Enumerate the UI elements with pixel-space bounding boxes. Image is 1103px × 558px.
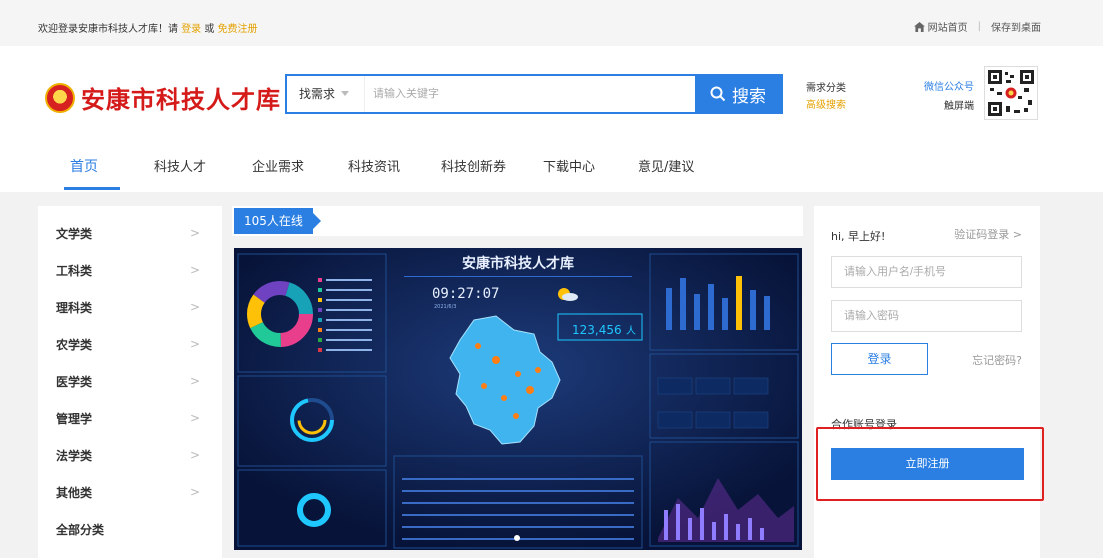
chevron-down-icon — [341, 91, 350, 96]
category-label: 医学类 — [56, 375, 93, 389]
highlight-box — [816, 427, 1044, 501]
nav-news[interactable]: 科技资讯 — [348, 156, 400, 175]
category-label: 文学类 — [56, 227, 93, 241]
chevron-right-icon: > — [189, 226, 200, 240]
category-item[interactable]: 法学类 > — [38, 435, 222, 472]
search-button-label: 搜索 — [732, 86, 766, 107]
dashboard-count-unit: 人 — [626, 325, 636, 337]
qr-code — [984, 66, 1038, 120]
home-icon — [913, 21, 925, 32]
username-input[interactable] — [831, 256, 1022, 288]
logo-text: 安康市科技人才库 — [81, 86, 281, 114]
category-item[interactable]: 农学类 > — [38, 324, 222, 361]
greeting: hi, 早上好! — [831, 230, 886, 243]
welcome-text: 欢迎登录安康市科技人才库！请 — [38, 24, 178, 35]
chevron-right-icon: > — [189, 448, 200, 462]
chevron-right-icon: > — [189, 300, 200, 314]
online-count-badge: 105人在线 — [234, 208, 321, 234]
search-category-select[interactable]: 找需求 — [287, 76, 365, 112]
qr-code-icon — [988, 70, 1034, 116]
dashboard-title: 安康市科技人才库 — [462, 255, 574, 272]
nav-feedback[interactable]: 意见/建议 — [638, 156, 694, 175]
category-label: 法学类 — [56, 449, 93, 463]
nav-active-indicator — [64, 187, 120, 190]
dashboard-date: 2021/6/3 — [434, 304, 456, 310]
nav-download[interactable]: 下载中心 — [543, 156, 595, 175]
demand-category-link[interactable]: 需求分类 — [806, 80, 846, 97]
search-links: 需求分类 高级搜索 — [806, 80, 846, 114]
category-label: 工科类 — [56, 264, 93, 278]
touch-screen-label: 触屏端 — [944, 101, 974, 112]
divider: | — [977, 21, 981, 32]
category-label: 管理学 — [56, 412, 93, 426]
top-right-links: 网站首页 | 保存到桌面 — [913, 19, 1041, 34]
category-label: 农学类 — [56, 338, 93, 352]
category-sidebar: 文学类 > 工科类 > 理科类 > 农学类 > 医学类 > 管理学 > 法学类 > 其他类 > … — [38, 206, 222, 558]
search-bar: 找需求 搜索 — [285, 74, 783, 114]
advanced-search-link[interactable]: 高级搜索 — [806, 97, 846, 114]
chevron-right-icon: > — [189, 374, 200, 388]
nav-home[interactable]: 首页 — [70, 156, 98, 176]
search-icon — [710, 86, 726, 102]
wechat-link[interactable]: 微信公众号 — [922, 78, 974, 97]
nav-demand[interactable]: 企业需求 — [252, 156, 304, 175]
code-login-link[interactable]: 验证码登录 > — [954, 226, 1022, 242]
top-bar: 欢迎登录安康市科技人才库！请 登录 或 免费注册 网站首页 | 保存到桌面 — [0, 0, 1103, 46]
nav-talent[interactable]: 科技人才 — [154, 156, 206, 175]
search-category-label: 找需求 — [299, 87, 336, 101]
category-item[interactable]: 工科类 > — [38, 250, 222, 287]
chevron-right-icon: > — [189, 263, 200, 277]
category-item[interactable]: 管理学 > — [38, 398, 222, 435]
category-item[interactable]: 理科类 > — [38, 287, 222, 324]
category-label: 其他类 — [56, 486, 93, 500]
chevron-right-icon: > — [189, 485, 200, 499]
welcome-bar: 欢迎登录安康市科技人才库！请 登录 或 免费注册 — [38, 20, 258, 35]
nav-voucher[interactable]: 科技创新券 — [441, 156, 506, 175]
dashboard-time: 09:27:07 — [432, 286, 499, 302]
dashboard-count: 123,456 — [572, 323, 622, 337]
online-bar: 105人在线 — [232, 206, 803, 236]
wechat-info: 微信公众号 触屏端 — [922, 78, 974, 116]
category-item[interactable]: 其他类 > — [38, 472, 222, 509]
category-item[interactable]: 医学类 > — [38, 361, 222, 398]
top-login-link[interactable]: 登录 — [181, 24, 201, 35]
category-item-all[interactable]: 全部分类 — [38, 509, 222, 546]
site-logo[interactable]: 安康市科技人才库 — [45, 80, 281, 115]
center-panel: 105人在线 安康市科技人才库 09:27:07 2021/6/3 123,45… — [232, 206, 803, 558]
chevron-right-icon: > — [189, 337, 200, 351]
main-nav: 首页 科技人才 企业需求 科技资讯 科技创新券 下载中心 意见/建议 — [0, 156, 1103, 192]
password-input[interactable] — [831, 300, 1022, 332]
emblem-icon — [45, 82, 75, 113]
dashboard-image: 安康市科技人才库 09:27:07 2021/6/3 123,456 人 — [234, 248, 802, 550]
save-to-desktop-link[interactable]: 保存到桌面 — [991, 19, 1041, 34]
search-button[interactable]: 搜索 — [695, 76, 781, 112]
category-label: 全部分类 — [56, 523, 105, 537]
category-label: 理科类 — [56, 301, 93, 315]
dashboard-banner[interactable]: 安康市科技人才库 09:27:07 2021/6/3 123,456 人 — [234, 248, 802, 550]
login-panel: hi, 早上好! 验证码登录 > 登录 忘记密码? 合作账号登录 立即注册 — [814, 206, 1040, 558]
login-button[interactable]: 登录 — [831, 343, 928, 375]
top-register-link[interactable]: 免费注册 — [218, 24, 258, 35]
search-input[interactable] — [373, 76, 693, 112]
home-link[interactable]: 网站首页 — [928, 19, 968, 34]
forgot-password-link[interactable]: 忘记密码? — [972, 352, 1022, 368]
category-item[interactable]: 文学类 > — [38, 213, 222, 250]
or-text: 或 — [204, 24, 215, 35]
chevron-right-icon: > — [189, 411, 200, 425]
